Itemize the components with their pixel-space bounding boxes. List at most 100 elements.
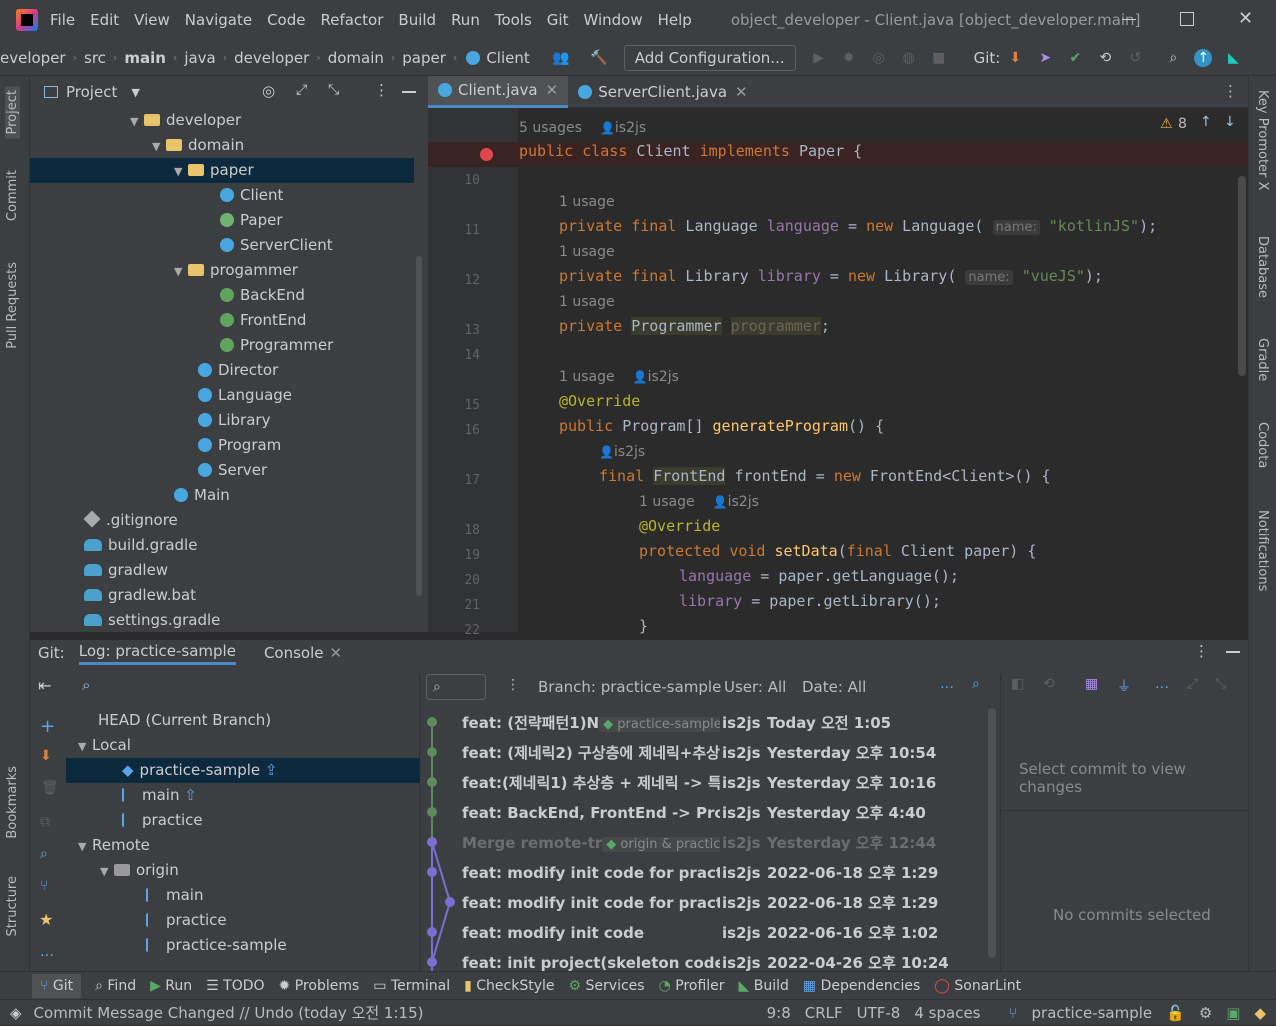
tool-find[interactable]: ⌕ Find [95,978,136,994]
collapse-branches-icon[interactable]: ⇤ [38,676,51,695]
tool-profiler[interactable]: ◔ Profiler [659,978,725,994]
terminal-icon[interactable]: ▣ [1226,1004,1240,1022]
tree-item[interactable]: ▼ progammer [30,258,414,283]
code-line[interactable]: library = paper.getLibrary(); [679,592,941,610]
tool-build[interactable]: ◣ Build [739,978,789,994]
tab-bookmarks[interactable]: Bookmarks [5,766,20,839]
more-options-icon[interactable]: ⋮ [506,677,520,693]
code-line[interactable]: protected void setData(final Client pape… [639,542,1036,560]
branch-item[interactable]: main [66,883,420,908]
commit-row[interactable]: feat: modify init code is2js 2022-06-16 오후… [422,918,987,948]
code-line[interactable]: private Programmer programmer; [559,317,830,335]
commit-row[interactable]: feat: BackEnd, FrontEnd -> Programis2js Y… [422,798,987,828]
code-line[interactable]: public Program[] generateProgram() { [559,417,884,435]
hammer-icon[interactable]: 🔨 [590,49,608,67]
code-line[interactable]: private final Language language = new La… [559,217,1157,235]
run-icon[interactable]: ▶ [810,49,828,67]
breadcrumb-item[interactable]: eveloper [0,49,66,67]
editor-scrollbar[interactable] [1238,176,1246,376]
more-options-icon[interactable]: ⋮ [374,81,389,99]
git-branch-widget[interactable]: ⑂ practice-sample [995,1004,1153,1022]
usages-hint[interactable]: 1 usage [559,244,615,260]
branch-item[interactable]: HEAD (Current Branch) [66,708,420,733]
lock-icon[interactable]: 🔓 [1166,1004,1185,1022]
branch-tree-icon[interactable]: ⑂ [40,878,48,894]
tree-item[interactable]: gradlew [30,558,414,583]
tool-services[interactable]: ⚙ Services [569,978,645,994]
menu-run[interactable]: Run [451,11,480,29]
breadcrumb-item[interactable]: paper [402,49,446,67]
breadcrumb-item[interactable]: Client [486,49,529,67]
breadcrumb-item[interactable]: developer [234,49,309,67]
user-filter[interactable]: User: All [724,678,786,696]
settings-icon[interactable]: ⚙ [1199,1004,1212,1022]
branch-search-input[interactable] [70,674,418,700]
add-branch-icon[interactable]: + [40,716,55,737]
chevron-down-icon[interactable]: ▼ [130,109,144,134]
menu-edit[interactable]: Edit [90,11,119,29]
push-icon[interactable]: ➤ [1036,49,1054,67]
expand-icon[interactable]: ⤢ [1187,676,1198,692]
compare-icon[interactable]: ⧉ [40,814,50,830]
tool-run[interactable]: ▶ Run [150,978,192,994]
diff-icon[interactable]: ◧ [1011,676,1024,692]
author-hint[interactable]: is2js [648,369,679,385]
tree-item[interactable]: Main [30,483,414,508]
menu-help[interactable]: Help [658,11,692,29]
caret-position[interactable]: 9:8 [767,1004,791,1022]
chevron-down-icon[interactable]: ▼ [174,159,188,184]
history-icon[interactable]: ⟲ [1096,49,1114,67]
tab-codota[interactable]: Codota [1255,422,1270,468]
inlay-hint-line[interactable]: 1 usage 👤is2js [639,492,759,510]
branch-item[interactable]: ▼ Remote [66,833,420,858]
rollback-icon[interactable]: ↺ [1126,49,1144,67]
next-highlight-icon[interactable]: ↓ [1224,114,1236,130]
more-icon[interactable]: … [40,944,54,960]
tab-client-java[interactable]: Client.java ✕ [428,75,569,108]
breadcrumb-item[interactable]: src [84,49,106,67]
scrollbar[interactable] [416,256,422,596]
update-project-icon[interactable]: ⬇ [1006,49,1024,67]
group-by-icon[interactable]: ▦ [1085,676,1098,692]
branch-item[interactable]: ▼ Local [66,733,420,758]
branch-filter[interactable]: Branch: practice-sample [538,678,721,696]
favorite-star-icon[interactable]: ★ [39,910,53,929]
tree-item[interactable]: Program [30,433,414,458]
project-panel-title[interactable]: Project [66,83,117,101]
usages-hint[interactable]: 1 usage [559,369,615,385]
author-hint[interactable]: is2js [614,444,645,460]
chevron-down-icon[interactable]: ▼ [152,134,166,159]
tree-item[interactable]: Paper [30,208,414,233]
add-configuration-button[interactable]: Add Configuration... [623,44,796,71]
tab-database[interactable]: Database [1255,236,1270,298]
chevron-down-icon[interactable]: ▼ [78,734,92,759]
minimize-icon[interactable] [1122,19,1136,20]
filter-icon[interactable]: ⏚ [1117,676,1131,696]
usages-hint[interactable]: 1 usage [559,194,615,210]
inlay-hint-line[interactable]: 5 usages 👤is2js [519,118,646,136]
hide-panel-icon[interactable] [1226,651,1240,653]
menu-view[interactable]: View [134,11,170,29]
more-options-icon[interactable]: ⋮ [1223,82,1238,100]
tree-item[interactable]: gradlew.bat [30,583,414,608]
tool-todo[interactable]: ☰ TODO [206,978,264,994]
tree-item[interactable]: Programmer [30,333,414,358]
search-icon[interactable]: ⌕ [40,846,48,862]
indent-setting[interactable]: 4 spaces [914,1004,980,1022]
inlay-hint-line[interactable]: 1 usage [559,192,615,210]
close-tab-icon[interactable]: ✕ [735,83,748,101]
breadcrumb-item[interactable]: domain [328,49,384,67]
scrollbar[interactable] [988,708,996,958]
inlay-hint-line[interactable]: 1 usage [559,292,615,310]
delete-branch-icon[interactable]: 🗑 [41,780,59,796]
menu-navigate[interactable]: Navigate [185,11,252,29]
more-options-icon[interactable]: ⋮ [1194,642,1209,660]
user-group-icon[interactable]: 👥 [552,49,570,67]
code-line[interactable]: private final Library library = new Libr… [559,267,1103,285]
tab-console[interactable]: Console [264,644,324,662]
tree-item[interactable]: BackEnd [30,283,414,308]
code-line[interactable]: language = paper.getLanguage(); [679,567,959,585]
branch-item[interactable]: ▼ origin [66,858,420,883]
tab-commit[interactable]: Commit [5,170,20,221]
status-message[interactable]: Commit Message Changed // Undo (today 오전… [34,1002,424,1023]
